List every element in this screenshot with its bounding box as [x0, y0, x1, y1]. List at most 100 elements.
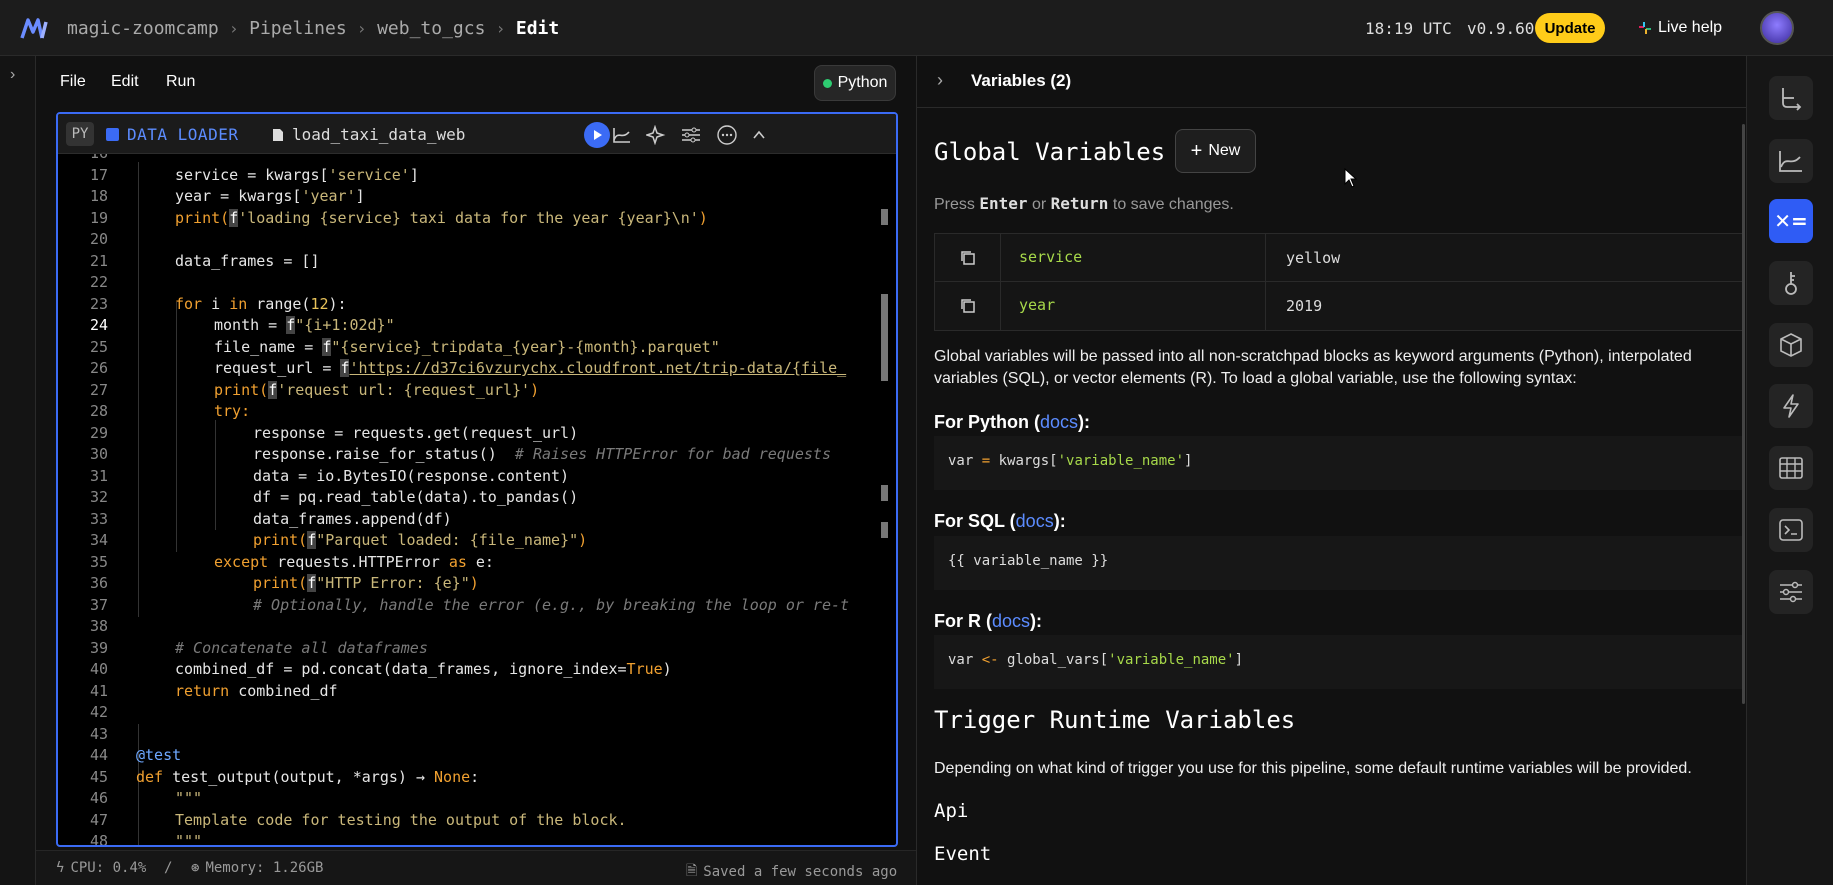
chevron-right-icon[interactable]: ›	[937, 70, 943, 91]
python-snippet: var = kwargs['variable_name']	[934, 436, 1744, 490]
sparkles-icon	[646, 125, 666, 145]
variable-value[interactable]: 2019	[1265, 282, 1745, 330]
cpu-usage: ϟ CPU: 0.4%	[56, 860, 146, 876]
memory-usage: ⊛ Memory: 1.26GB	[191, 860, 323, 876]
panel-scrollbar[interactable]	[1742, 124, 1745, 704]
code-line: 33 data_frames.append(df)	[58, 509, 896, 531]
new-variable-button[interactable]: + New	[1175, 129, 1256, 173]
data-view-button[interactable]	[1769, 446, 1813, 490]
line-number: 32	[89, 488, 108, 506]
block-settings-view-button[interactable]	[1769, 323, 1813, 367]
collapse-block-button[interactable]	[746, 122, 772, 148]
code-line: 39 # Concatenate all dataframes	[58, 638, 896, 660]
python-docs-link[interactable]: docs	[1040, 412, 1078, 432]
terminal-view-button[interactable]	[1769, 508, 1813, 552]
line-number: 20	[89, 230, 108, 248]
bolt-icon: ϟ	[56, 860, 65, 876]
copy-variable-button[interactable]	[935, 234, 1001, 282]
line-number: 23	[89, 294, 108, 313]
line-number: 17	[89, 165, 108, 184]
line-number: 36	[89, 574, 108, 592]
top-bar: magic-zoomcamp › Pipelines › web_to_gcs …	[0, 0, 1833, 56]
terminal-icon	[1779, 519, 1803, 541]
variable-value[interactable]: yellow	[1265, 234, 1745, 282]
variables-header-label: Variables (2)	[971, 71, 1072, 90]
variables-view-button[interactable]: ✕=	[1769, 199, 1813, 243]
line-number: 44	[89, 746, 108, 764]
live-help-button[interactable]: Live help	[1638, 16, 1722, 40]
trigger-runtime-variables-title: Trigger Runtime Variables	[934, 706, 1296, 734]
save-hint: Press Enter or Return to save changes.	[934, 194, 1234, 213]
chevron-right-icon: ›	[230, 19, 238, 38]
python-usage-heading: For Python (docs):	[934, 412, 1091, 432]
breadcrumb-pipelines[interactable]: Pipelines	[249, 18, 347, 39]
code-line: 44 @test	[58, 745, 896, 767]
line-number: 22	[89, 273, 108, 291]
line-number: 29	[89, 423, 108, 442]
breadcrumb-project[interactable]: magic-zoomcamp	[67, 18, 219, 39]
chevron-right-icon[interactable]: ›	[10, 66, 15, 84]
code-line: 26 request_url = f'https://d37ci6vzurychx…	[58, 358, 896, 380]
line-number: 35	[89, 552, 108, 571]
line-number: 48	[89, 832, 108, 847]
memory-icon: ⊛	[191, 860, 200, 876]
copy-icon	[960, 299, 975, 313]
code-line: 34 print(f"Parquet loaded: {file_name}")	[58, 530, 896, 552]
breadcrumb-pipeline[interactable]: web_to_gcs	[377, 18, 485, 39]
block-settings-button[interactable]	[678, 122, 704, 148]
file-browser-collapsed: ›	[0, 56, 36, 885]
code-line: 29 response = requests.get(request_url)	[58, 423, 896, 445]
code-line: 27 print(f'request url: {request_url}')	[58, 380, 896, 402]
charts-button[interactable]	[609, 122, 635, 148]
tree-view-button[interactable]	[1769, 76, 1813, 120]
triggers-view-button[interactable]	[1769, 384, 1813, 428]
line-number: 47	[89, 810, 108, 829]
line-number: 18	[89, 187, 108, 205]
secrets-view-button[interactable]	[1769, 261, 1813, 305]
cpu-label: CPU: 0.4%	[70, 860, 147, 876]
mouse-cursor-icon	[1344, 168, 1358, 188]
code-block[interactable]: PY DATA LOADER load_taxi_data_web 17 ser…	[56, 112, 898, 847]
code-line: 18 year = kwargs['year']	[58, 186, 896, 208]
file-icon	[273, 128, 283, 141]
r-snippet: var <- global_vars['variable_name']	[934, 635, 1744, 689]
r-docs-link[interactable]: docs	[992, 611, 1030, 631]
block-name[interactable]: load_taxi_data_web	[272, 125, 465, 144]
ai-button[interactable]	[643, 122, 669, 148]
charts-view-button[interactable]	[1769, 139, 1813, 183]
save-status-label: Saved a few seconds ago	[703, 864, 898, 880]
variable-name: service	[1019, 248, 1083, 266]
cube-icon	[1780, 333, 1802, 357]
mage-logo-icon[interactable]	[20, 16, 50, 40]
sliders-icon	[1780, 581, 1802, 603]
menu-edit[interactable]: Edit	[111, 73, 139, 91]
variable-name: year	[1019, 296, 1056, 314]
pipeline-settings-view-button[interactable]	[1769, 570, 1813, 614]
menu-run[interactable]: Run	[166, 73, 195, 91]
code-line: 42	[58, 702, 896, 724]
variables-header[interactable]: › Variables (2)	[917, 56, 1747, 108]
block-type-label: DATA LOADER	[127, 125, 239, 144]
line-number: 38	[89, 617, 108, 635]
menu-file[interactable]: File	[60, 73, 86, 91]
kernel-language-badge[interactable]: Python	[814, 65, 896, 101]
code-line: 40 combined_df = pd.concat(data_frames, i…	[58, 659, 896, 681]
code-editor[interactable]: 16 17service = kwargs['service'] 18year …	[58, 154, 896, 847]
variables-icon: ✕=	[1774, 209, 1808, 233]
trigger-type-event: Event	[934, 843, 992, 865]
copy-variable-button[interactable]	[935, 282, 1001, 330]
sql-docs-link[interactable]: docs	[1016, 511, 1054, 531]
trigger-type-api: Api	[934, 800, 969, 822]
user-avatar[interactable]	[1760, 11, 1794, 45]
run-block-button[interactable]	[584, 122, 610, 148]
lightning-icon	[1783, 394, 1799, 418]
version-label: v0.9.60	[1467, 19, 1535, 38]
code-line: 41 return combined_df	[58, 681, 896, 703]
kernel-status-dot	[822, 78, 832, 88]
code-line: 38	[58, 616, 896, 638]
more-options-button[interactable]	[714, 122, 740, 148]
line-number: 28	[89, 402, 108, 420]
variables-table: service yellow year 2019	[934, 233, 1744, 331]
update-button[interactable]: Update	[1535, 13, 1605, 43]
line-number: 16	[58, 154, 108, 165]
